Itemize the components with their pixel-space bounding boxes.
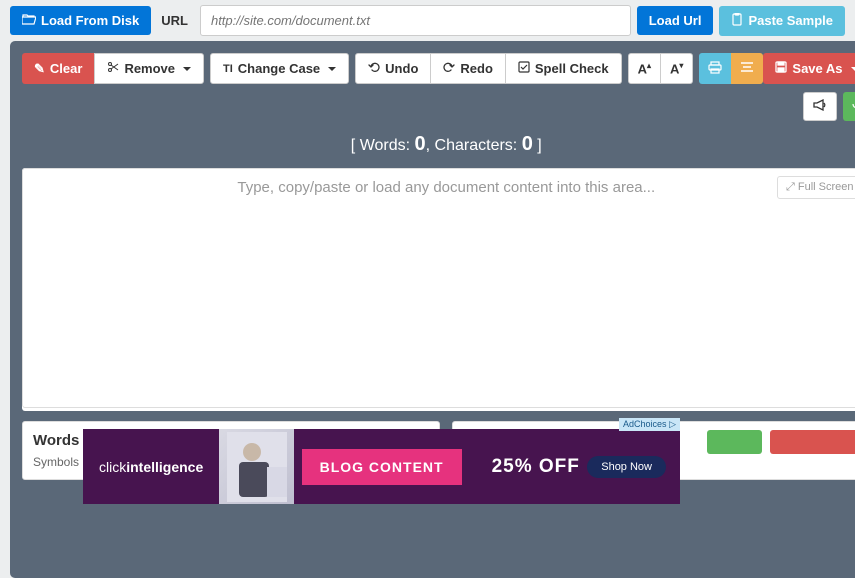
caret-down-icon [328,67,336,71]
expand-icon: ⤢ [786,181,795,194]
chars-count: 0 [522,133,533,155]
redo-button[interactable]: Redo [431,53,506,84]
redo-label: Redo [460,61,493,76]
undo-button[interactable]: Undo [355,53,431,84]
url-input[interactable] [200,5,631,36]
microphone-button[interactable] [843,92,855,121]
check-square-icon [518,61,530,76]
load-from-disk-label: Load From Disk [41,13,139,28]
clipboard-icon [731,13,743,29]
clear-button[interactable]: ✎ Clear [22,53,94,84]
spell-check-button[interactable]: Spell Check [506,53,622,84]
caret-down-icon [183,67,191,71]
full-screen-button[interactable]: ⤢ Full Screen [777,176,855,199]
ad-badge: BLOG CONTENT [302,449,462,485]
load-url-label: Load Url [649,13,702,28]
main-textarea[interactable] [22,168,855,408]
remove-label: Remove [124,61,175,76]
align-button[interactable] [731,53,763,84]
scissors-icon [107,61,119,76]
paste-sample-button[interactable]: Paste Sample [719,6,845,36]
words-label: Words: [360,137,410,154]
url-label: URL [161,13,188,28]
paste-sample-label: Paste Sample [748,13,833,28]
save-icon [775,61,787,76]
clear-label: Clear [50,61,83,76]
full-screen-label: Full Screen [798,181,854,193]
summary-line: [ Words: 0, Characters: 0 ] [22,133,855,156]
font-decrease-button[interactable]: A▾ [661,53,693,84]
print-icon [708,61,722,77]
undo-label: Undo [385,61,418,76]
ad-image [219,429,294,504]
green-action-button[interactable] [707,430,762,454]
ad-discount: 25% OFF [492,456,580,478]
ad-banner[interactable]: AdChoices ▷ clickintelligence BLOG CONTE… [83,429,680,504]
save-as-label: Save As [792,61,842,76]
load-url-button[interactable]: Load Url [637,6,714,35]
spell-check-label: Spell Check [535,61,609,76]
print-button[interactable] [699,53,731,84]
text-case-icon: TI [223,63,233,75]
font-increase-button[interactable]: A▴ [628,53,661,84]
caret-down-icon [851,67,855,71]
align-icon [740,61,754,76]
folder-open-icon [22,13,36,28]
change-case-label: Change Case [238,61,320,76]
ad-brand: clickintelligence [83,459,219,475]
announce-button[interactable] [803,92,837,121]
redo-icon [443,61,455,76]
eraser-icon: ✎ [34,61,45,77]
font-increase-icon: A▴ [638,61,651,76]
save-as-dropdown[interactable]: Save As [763,53,855,84]
ad-shop-now-button[interactable]: Shop Now [587,456,666,478]
adchoices-icon: ▷ [669,419,676,429]
words-count: 0 [415,133,426,155]
microphone-icon [852,98,855,115]
chars-label: Characters: [435,137,518,154]
bullhorn-icon [813,99,827,114]
red-action-button[interactable] [770,430,855,454]
ad-choices-badge[interactable]: AdChoices ▷ [619,418,680,431]
font-decrease-icon: A▾ [670,61,683,76]
load-from-disk-button[interactable]: Load From Disk [10,6,151,35]
remove-dropdown[interactable]: Remove [94,53,204,84]
change-case-dropdown[interactable]: TI Change Case [210,53,349,84]
undo-icon [368,61,380,76]
